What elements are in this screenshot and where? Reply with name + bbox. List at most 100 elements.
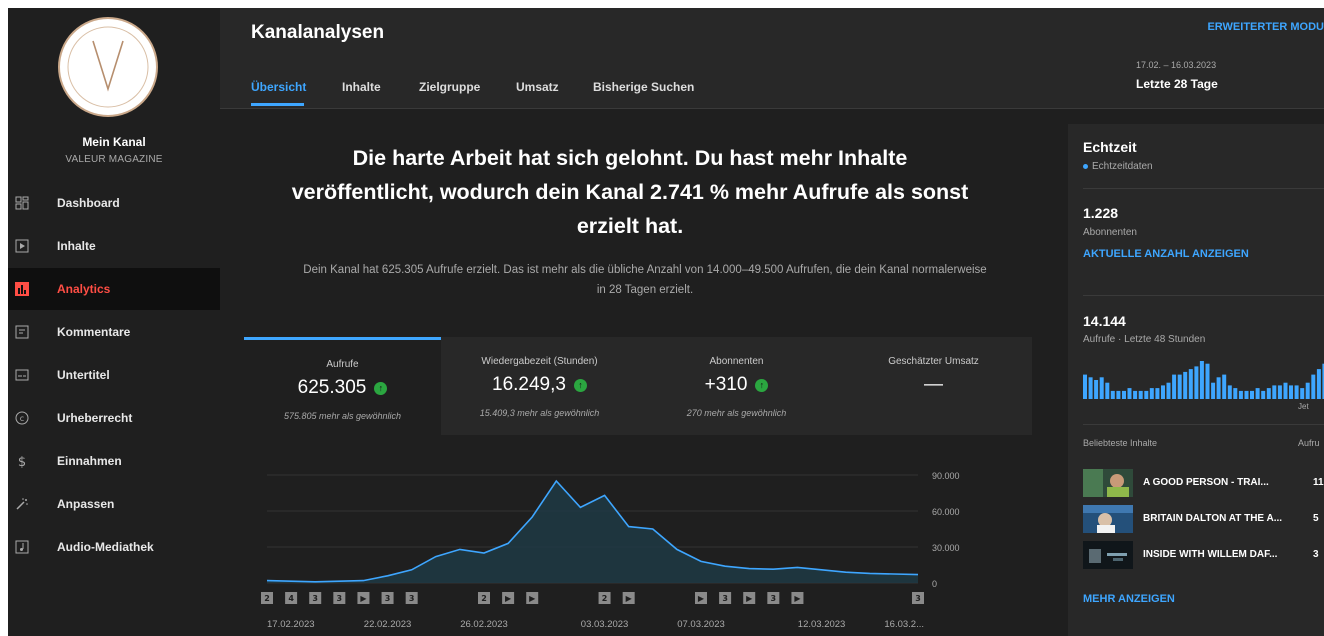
top-content-row[interactable]: INSIDE WITH WILLEM DAF... 3 xyxy=(1083,541,1324,569)
studio-window: Mein Kanal VALEUR MAGAZINE Dashboard Inh… xyxy=(8,8,1324,636)
metric-card-watchtime[interactable]: Wiedergabezeit (Stunden) 16.249,3 ↑ 15.4… xyxy=(441,337,638,435)
sidebar-item-label: Einnahmen xyxy=(57,454,122,468)
sidebar-item-audio-library[interactable]: Audio-Mediathek xyxy=(8,526,220,568)
up-arrow-icon: ↑ xyxy=(755,378,769,392)
metric-note: 270 mehr als gewöhnlich xyxy=(686,408,787,418)
realtime-bar xyxy=(1194,366,1199,399)
realtime-bar xyxy=(1294,385,1299,399)
up-arrow-icon: ↑ xyxy=(573,378,587,392)
header: Kanalanalysen Übersicht Inhalte Zielgrup… xyxy=(220,8,1324,109)
x-tick-label: 17.02.2023 xyxy=(267,619,315,630)
sidebar-item-dashboard[interactable]: Dashboard xyxy=(8,182,220,224)
upload-marker-label: ▶ xyxy=(505,594,512,603)
tab-research[interactable]: Bisherige Suchen xyxy=(593,80,694,94)
metric-note: 15.409,3 mehr als gewöhnlich xyxy=(479,408,600,418)
top-content-row[interactable]: BRITAIN DALTON AT THE A... 5 xyxy=(1083,505,1324,533)
top-content-row[interactable]: A GOOD PERSON - TRAI... 11.5 xyxy=(1083,469,1324,497)
active-tab-indicator xyxy=(251,103,304,106)
video-views: 3 xyxy=(1313,549,1319,560)
sidebar-item-label: Dashboard xyxy=(57,196,120,210)
realtime-bar xyxy=(1149,388,1154,399)
tab-overview[interactable]: Übersicht xyxy=(251,80,306,94)
metric-card-views[interactable]: Aufrufe 625.305 ↑ 575.805 mehr als gewöh… xyxy=(244,337,441,435)
realtime-views-label: Aufrufe · Letzte 48 Stunden xyxy=(1083,334,1206,345)
x-tick-label: 26.02.2023 xyxy=(460,619,508,630)
date-range[interactable]: 17.02. – 16.03.2023 xyxy=(1136,60,1216,70)
subscriber-label: Abonnenten xyxy=(1083,227,1137,238)
sidebar-item-label: Audio-Mediathek xyxy=(57,540,154,554)
upload-marker-label: 3 xyxy=(409,594,415,603)
realtime-bar xyxy=(1144,390,1149,399)
realtime-bar xyxy=(1138,390,1143,399)
upload-marker-label: 2 xyxy=(481,594,487,603)
upload-marker-label: 3 xyxy=(915,594,921,603)
earnings-icon: $ xyxy=(14,453,30,469)
channel-logo-icon xyxy=(67,26,149,108)
sidebar-item-label: Inhalte xyxy=(57,239,96,253)
realtime-bar xyxy=(1305,382,1310,399)
channel-name: Mein Kanal xyxy=(82,135,146,149)
metric-cards: Aufrufe 625.305 ↑ 575.805 mehr als gewöh… xyxy=(244,337,1032,435)
y-tick-label: 90.000 xyxy=(932,471,960,481)
tab-audience[interactable]: Zielgruppe xyxy=(419,80,480,94)
show-current-count-link[interactable]: AKTUELLE ANZAHL ANZEIGEN xyxy=(1083,248,1249,260)
channel-avatar[interactable] xyxy=(58,17,158,117)
realtime-bar xyxy=(1211,382,1216,399)
realtime-bar xyxy=(1155,388,1160,399)
realtime-bar xyxy=(1227,385,1232,399)
up-arrow-icon: ↑ xyxy=(374,381,388,395)
realtime-views-count: 14.144 xyxy=(1083,313,1126,329)
top-content-column-header: Aufru xyxy=(1298,438,1320,448)
realtime-bar xyxy=(1172,374,1177,399)
audio-library-icon xyxy=(14,539,30,555)
upload-marker-label: 3 xyxy=(722,594,728,603)
realtime-bar xyxy=(1255,388,1260,399)
x-tick-label: 12.03.2023 xyxy=(798,619,846,630)
metric-label: Aufrufe xyxy=(326,359,359,370)
realtime-card: Echtzeit Echtzeitdaten 1.228 Abonnenten … xyxy=(1068,124,1324,636)
show-more-link[interactable]: MEHR ANZEIGEN xyxy=(1083,593,1175,605)
sidebar-item-comments[interactable]: Kommentare xyxy=(8,311,220,353)
realtime-bar xyxy=(1277,385,1282,399)
metric-value: 16.249,3 xyxy=(492,374,566,395)
upload-marker-label: 3 xyxy=(312,594,318,603)
video-thumbnail xyxy=(1083,541,1133,569)
realtime-bar-chart xyxy=(1083,361,1324,399)
realtime-bar xyxy=(1188,369,1193,399)
sidebar-item-label: Anpassen xyxy=(57,497,115,511)
realtime-bar xyxy=(1094,380,1099,399)
sidebar-item-earnings[interactable]: $ Einnahmen xyxy=(8,440,220,482)
upload-marker-label: ▶ xyxy=(626,594,633,603)
metric-value: 625.305 xyxy=(297,377,367,398)
sidebar-item-customize[interactable]: Anpassen xyxy=(8,483,220,525)
channel-handle: VALEUR MAGAZINE xyxy=(65,154,163,165)
metric-label: Wiedergabezeit (Stunden) xyxy=(481,356,598,367)
realtime-bar xyxy=(1183,371,1188,399)
upload-marker-label: 3 xyxy=(771,594,777,603)
realtime-bar xyxy=(1088,377,1093,399)
realtime-bar xyxy=(1105,382,1110,399)
metric-value-row: +310 ↑ xyxy=(638,374,835,396)
sidebar-item-content[interactable]: Inhalte xyxy=(8,225,220,267)
sidebar-item-label: Analytics xyxy=(57,282,111,296)
tab-revenue[interactable]: Umsatz xyxy=(516,80,559,94)
tab-content[interactable]: Inhalte xyxy=(342,80,381,94)
sidebar-item-subtitles[interactable]: Untertitel xyxy=(8,354,220,396)
metric-card-revenue[interactable]: Geschätzter Umsatz — xyxy=(835,337,1032,435)
realtime-bar xyxy=(1099,377,1104,399)
sidebar-item-copyright[interactable]: c Urheberrecht xyxy=(8,397,220,439)
comments-icon xyxy=(14,324,30,340)
realtime-bar xyxy=(1261,390,1266,399)
realtime-bar xyxy=(1238,390,1243,399)
period-selector[interactable]: Letzte 28 Tage xyxy=(1136,77,1218,91)
advanced-mode-button[interactable]: ERWEITERTER MODU xyxy=(1207,21,1324,33)
realtime-bar xyxy=(1127,388,1132,399)
metric-card-subscribers[interactable]: Abonnenten +310 ↑ 270 mehr als gewöhnlic… xyxy=(638,337,835,435)
realtime-bar xyxy=(1083,374,1087,399)
sidebar-item-analytics[interactable]: Analytics xyxy=(8,268,220,310)
realtime-bar xyxy=(1244,390,1249,399)
realtime-bar xyxy=(1316,369,1321,399)
subtitles-icon xyxy=(14,367,30,383)
realtime-bar xyxy=(1116,390,1121,399)
content-icon xyxy=(14,238,30,254)
